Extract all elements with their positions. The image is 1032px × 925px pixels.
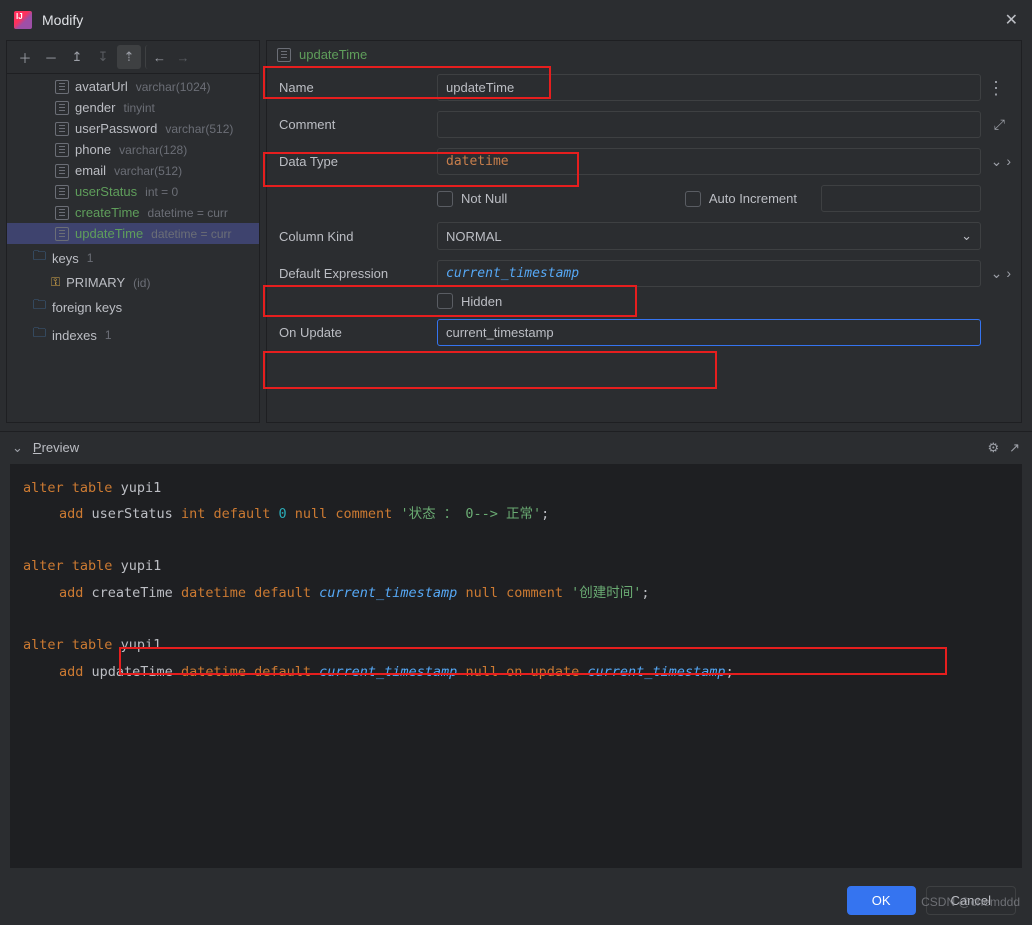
- close-icon[interactable]: ✕: [1005, 10, 1018, 30]
- tree-col-phone[interactable]: phonevarchar(128): [7, 139, 259, 160]
- tree-col-updateTime[interactable]: updateTimedatetime = curr: [7, 223, 259, 244]
- column-icon: [55, 227, 69, 241]
- expand-icon[interactable]: ⤢: [981, 116, 1011, 133]
- breadcrumb: updateTime: [299, 47, 367, 62]
- datatype-label: Data Type: [277, 150, 437, 173]
- column-tree[interactable]: avatarUrlvarchar(1024) gendertinyint use…: [7, 74, 259, 422]
- default-input[interactable]: [437, 260, 981, 287]
- column-icon: [55, 122, 69, 136]
- chevron-down-icon[interactable]: ⌄: [12, 440, 23, 456]
- column-icon: [55, 80, 69, 94]
- tree-col-createTime[interactable]: createTimedatetime = curr: [7, 202, 259, 223]
- column-icon: [55, 143, 69, 157]
- tree-foreign-keys[interactable]: 🗀foreign keys: [7, 293, 259, 321]
- tree-primary[interactable]: ⚿PRIMARY(id): [7, 272, 259, 293]
- folder-icon: 🗀: [33, 247, 46, 269]
- column-icon: [277, 48, 291, 62]
- filter-icon[interactable]: ⇡: [117, 45, 141, 69]
- autoinc-checkbox[interactable]: Auto Increment: [685, 191, 797, 207]
- tree-col-avatarUrl[interactable]: avatarUrlvarchar(1024): [7, 76, 259, 97]
- chevron-right-icon: ›: [1006, 265, 1011, 282]
- preview-label[interactable]: Preview: [33, 440, 79, 455]
- folder-icon: 🗀: [33, 296, 46, 318]
- comment-label: Comment: [277, 113, 437, 136]
- add-icon[interactable]: ＋: [13, 45, 37, 69]
- forward-icon[interactable]: →: [171, 45, 195, 69]
- watermark: CSDN @chemddd: [921, 895, 1020, 909]
- column-icon: [55, 206, 69, 220]
- more-icon[interactable]: ⋮: [981, 83, 1011, 93]
- comment-input[interactable]: [437, 111, 981, 138]
- tree-col-userStatus[interactable]: userStatusint = 0: [7, 181, 259, 202]
- column-icon: [55, 164, 69, 178]
- tree-col-userPassword[interactable]: userPasswordvarchar(512): [7, 118, 259, 139]
- tree-toolbar: ＋ － ↥ ↧ ⇡ ← →: [7, 41, 259, 74]
- kind-select[interactable]: NORMAL⌄: [437, 222, 981, 250]
- column-icon: [55, 101, 69, 115]
- tree-col-gender[interactable]: gendertinyint: [7, 97, 259, 118]
- back-icon[interactable]: ←: [145, 45, 169, 69]
- onupdate-label: On Update: [277, 321, 437, 344]
- chevron-down-icon: ⌄: [991, 265, 1003, 282]
- hidden-checkbox[interactable]: Hidden: [437, 293, 981, 309]
- default-label: Default Expression: [277, 262, 437, 285]
- onupdate-input[interactable]: [437, 319, 981, 346]
- remove-icon[interactable]: －: [39, 45, 63, 69]
- name-label: Name: [277, 76, 437, 99]
- popout-icon[interactable]: ↗: [1009, 440, 1020, 456]
- name-input[interactable]: [437, 74, 981, 101]
- tree-keys[interactable]: 🗀keys1: [7, 244, 259, 272]
- highlight-onupdate: [263, 351, 717, 389]
- column-icon: [55, 185, 69, 199]
- autoinc-input[interactable]: [821, 185, 981, 212]
- notnull-checkbox[interactable]: Not Null: [437, 191, 507, 207]
- sql-preview: alter table yupi1 add userStatus int def…: [10, 464, 1022, 869]
- tree-indexes[interactable]: 🗀indexes1: [7, 321, 259, 349]
- tree-col-email[interactable]: emailvarchar(512): [7, 160, 259, 181]
- ok-button[interactable]: OK: [847, 886, 916, 915]
- download-icon[interactable]: ↧: [91, 45, 115, 69]
- chevron-down-icon: ⌄: [991, 153, 1003, 170]
- key-icon: ⚿: [51, 275, 60, 290]
- default-chev[interactable]: ⌄›: [981, 265, 1011, 282]
- chevron-down-icon: ⌄: [961, 228, 972, 244]
- window-title: Modify: [42, 12, 83, 28]
- chevron-right-icon: ›: [1006, 153, 1011, 170]
- datatype-chev[interactable]: ⌄›: [981, 153, 1011, 170]
- app-logo: [14, 11, 32, 29]
- gear-icon[interactable]: ⚙: [987, 440, 999, 456]
- kind-label: Column Kind: [277, 225, 437, 248]
- datatype-input[interactable]: [437, 148, 981, 175]
- upload-icon[interactable]: ↥: [65, 45, 89, 69]
- folder-icon: 🗀: [33, 324, 46, 346]
